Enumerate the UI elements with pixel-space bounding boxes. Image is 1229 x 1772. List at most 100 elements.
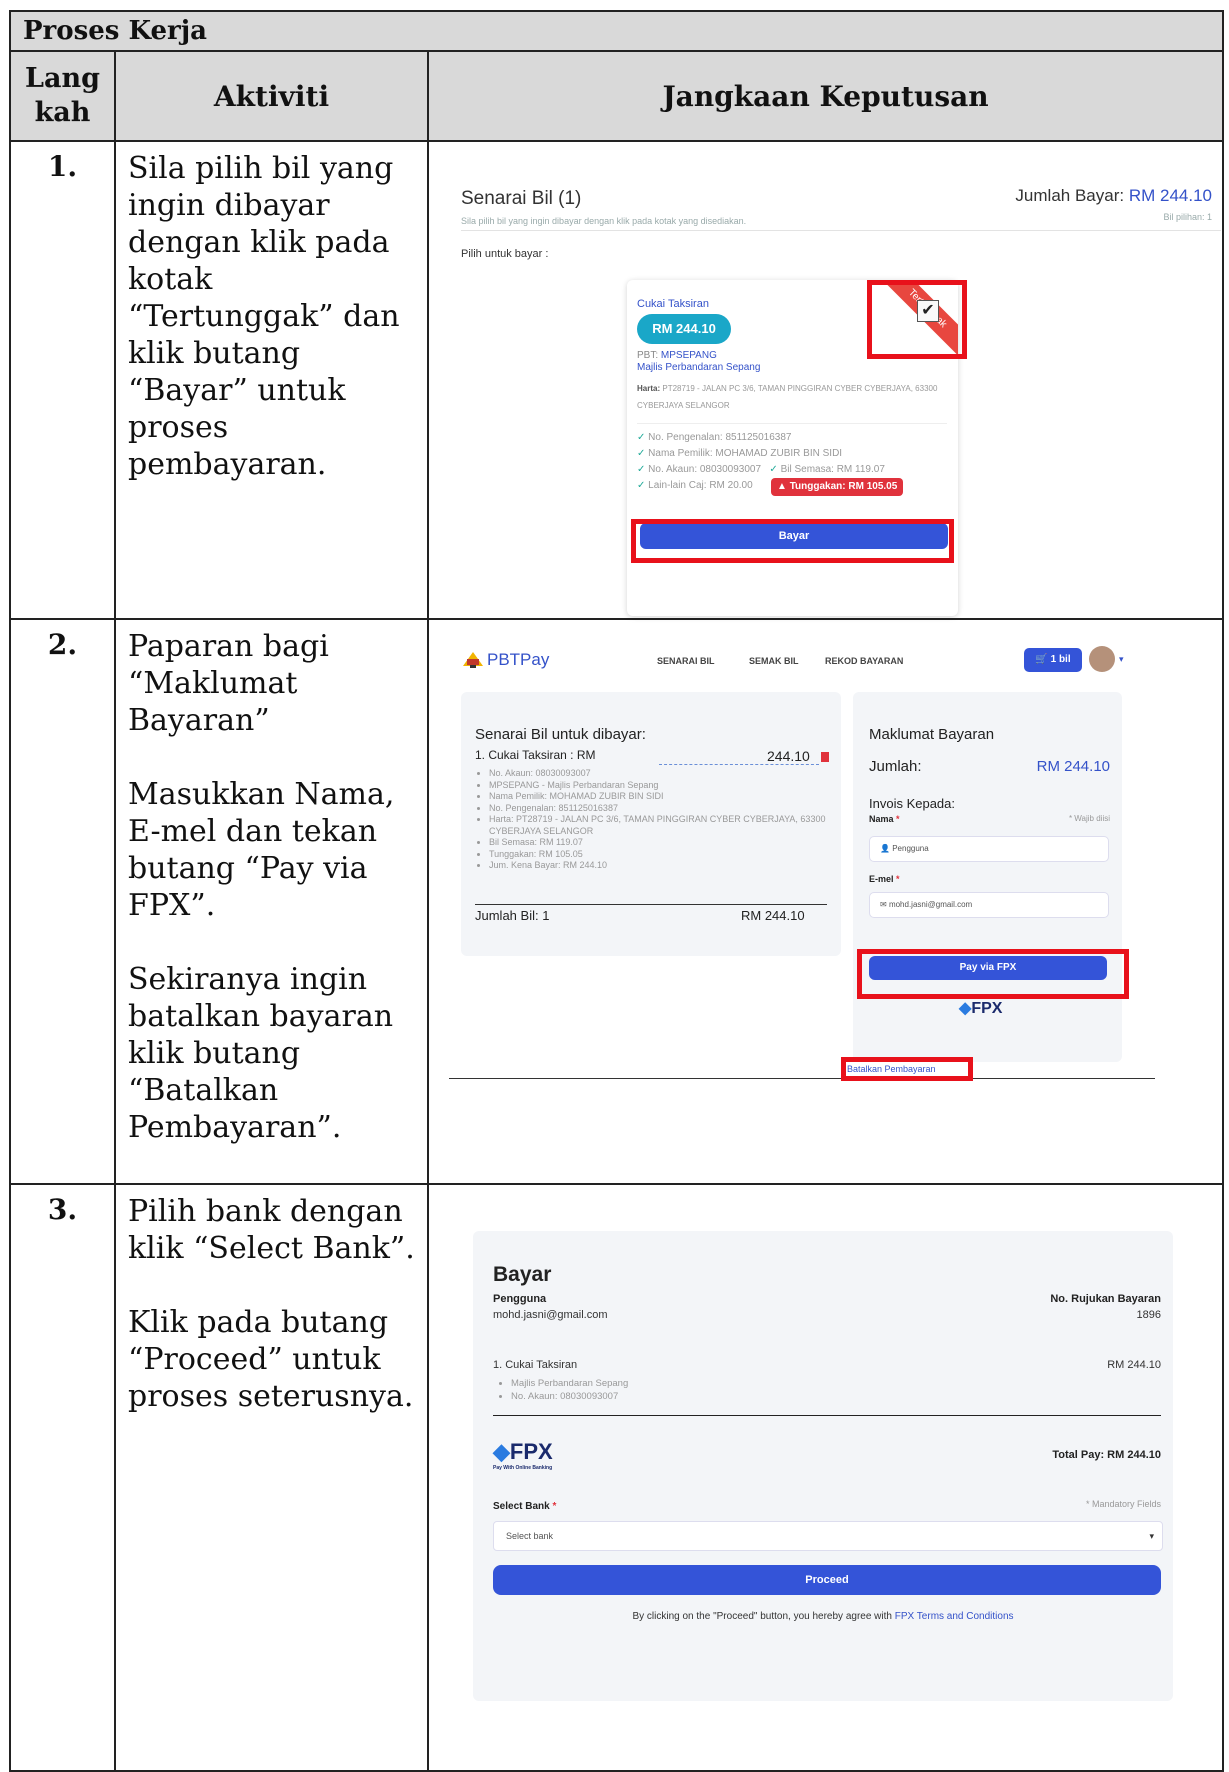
step-number: 2. (9, 618, 116, 1185)
list-item: Tunggakan: RM 105.05 (489, 849, 839, 861)
envelope-icon: ✉ (880, 900, 887, 909)
fpx-logo: ◆FPX (959, 1000, 1003, 1017)
detail-ic: ✓ No. Pengenalan: 851125016387 (637, 432, 792, 443)
warning-icon: ▲ (777, 481, 787, 492)
bank-select[interactable]: Select bank ▾ (493, 1521, 1163, 1551)
amount-label: Jumlah: (869, 758, 922, 775)
payment-info-panel: Maklumat Bayaran Jumlah: RM 244.10 Invoi… (853, 692, 1122, 1062)
checkout-item-amount: RM 244.10 (1107, 1359, 1161, 1371)
chevron-down-icon[interactable]: ▾ (1119, 654, 1124, 665)
cart-button[interactable]: 🛒 1 bil (1024, 648, 1082, 672)
bill-summary-panel: Senarai Bil untuk dibayar: 1. Cukai Taks… (461, 692, 841, 956)
payment-info-title: Maklumat Bayaran (869, 726, 995, 743)
list-item: Bil Semasa: RM 119.07 (489, 837, 839, 849)
screenshot-bank-selection: Bayar Pengguna mohd.jasni@gmail.com No. … (426, 1183, 1225, 1772)
payer-email: mohd.jasni@gmail.com (493, 1309, 608, 1321)
summary-divider (475, 904, 827, 905)
activity-paragraph: Klik pada butang “Proceed” untuk proses … (128, 1305, 414, 1414)
card-divider (637, 423, 947, 424)
terms-link[interactable]: FPX Terms and Conditions (895, 1611, 1014, 1622)
header-step: Lang kah (9, 50, 116, 142)
invoice-label: Invois Kepada: (869, 796, 956, 811)
step-number: 3. (9, 1183, 116, 1772)
divider (461, 230, 1221, 231)
checkout-detail-list: Majlis Perbandaran Sepang No. Akaun: 080… (493, 1377, 628, 1403)
header-activity: Aktiviti (114, 50, 429, 142)
list-item: Jum. Kena Bayar: RM 244.10 (489, 860, 839, 872)
list-item: No. Pengenalan: 851125016387 (489, 803, 839, 815)
activity-text: Sila pilih bil yang ingin dibayar dengan… (114, 140, 429, 620)
bill-list-heading: Senarai Bil (1) (461, 188, 582, 209)
screenshot-bill-list: Senarai Bil (1) Jumlah Bayar: RM 244.10 … (426, 140, 1225, 620)
nav-rekod-bayaran[interactable]: REKOD BAYARAN (825, 656, 903, 666)
list-title: Senarai Bil untuk dibayar: (475, 726, 646, 743)
trash-icon[interactable] (821, 752, 829, 762)
ref-label: No. Rujukan Bayaran (1050, 1293, 1161, 1305)
highlight-pay-button (631, 519, 954, 563)
screenshot-payment-info: PBTPay SENARAI BIL SEMAK BIL REKOD BAYAR… (426, 618, 1225, 1185)
list-item: No. Akaun: 08030093007 (511, 1390, 628, 1403)
document-page: Proses Kerja Lang kah Aktiviti Jangkaan K… (0, 0, 1229, 1772)
name-label: Nama * (869, 814, 900, 824)
activity-text: Paparan bagi “Maklumat Bayaran” Masukkan… (114, 618, 429, 1185)
proceed-button[interactable]: Proceed (493, 1565, 1161, 1595)
activity-paragraph: Pilih bank dengan klik “Select Bank”. (128, 1194, 415, 1266)
amount-value: RM 244.10 (1036, 758, 1110, 775)
checkout-item: 1. Cukai Taksiran (493, 1359, 578, 1371)
activity-paragraph: Sekiranya ingin batalkan bayaran klik bu… (128, 962, 394, 1145)
detail-owner: ✓ Nama Pemilik: MOHAMAD ZUBIR BIN SIDI (637, 448, 843, 459)
fpx-logo: ◆FPX Pay With Online Banking (493, 1439, 553, 1471)
brand-name: PBTPay (487, 650, 550, 669)
page-divider (449, 1078, 1155, 1079)
arrears-badge: ▲ Tunggakan: RM 105.05 (771, 478, 904, 496)
user-icon: 👤 (880, 844, 890, 853)
choose-label: Pilih untuk bayar : (461, 248, 549, 260)
list-item: MPSEPANG - Majlis Perbandaran Sepang (489, 780, 839, 792)
email-input[interactable]: ✉ mohd.jasni@gmail.com (869, 892, 1109, 918)
step-number: 1. (9, 140, 116, 620)
selected-count: Bil pilihan: 1 (1163, 212, 1212, 222)
total-pay: Total Pay: RM 244.10 (1052, 1449, 1161, 1461)
avatar[interactable] (1089, 646, 1115, 672)
bill-item-amount: 244.10 (767, 748, 810, 764)
council-name: Majlis Perbandaran Sepang (637, 362, 761, 373)
list-item: Harta: PT28719 - JALAN PC 3/6, TAMAN PIN… (489, 814, 839, 837)
list-item: Majlis Perbandaran Sepang (511, 1377, 628, 1390)
checkout-title: Bayar (493, 1263, 552, 1286)
ref-value: 1896 (1136, 1309, 1161, 1321)
amount-badge: RM 244.10 (637, 314, 731, 344)
bill-type: Cukai Taksiran (637, 298, 709, 310)
bill-item: 1. Cukai Taksiran : RM (475, 748, 596, 762)
mandatory-note: * Mandatory Fields (1085, 1499, 1161, 1509)
highlight-pay-fpx (857, 949, 1129, 999)
header-expected: Jangkaan Keputusan (426, 50, 1225, 142)
nav-senarai-bil[interactable]: SENARAI BIL (657, 656, 715, 666)
bill-total: RM 244.10 (741, 908, 805, 923)
bill-detail-list: No. Akaun: 08030093007 MPSEPANG - Majlis… (475, 768, 839, 872)
email-label: E-mel * (869, 874, 900, 884)
work-process-table: Proses Kerja Lang kah Aktiviti Jangkaan K… (8, 10, 1225, 1772)
payer-name: Pengguna (493, 1293, 547, 1305)
pbt-line: PBT: MPSEPANG (637, 350, 717, 361)
property-address: Harta: PT28719 - JALAN PC 3/6, TAMAN PIN… (637, 384, 938, 410)
highlight-cancel (841, 1057, 973, 1081)
activity-paragraph: Masukkan Nama, E-mel dan tekan butang “P… (128, 777, 395, 923)
bank-label: Select Bank * (493, 1501, 557, 1512)
list-item: Nama Pemilik: MOHAMAD ZUBIR BIN SIDI (489, 791, 839, 803)
terms-text: By clicking on the "Proceed" button, you… (632, 1611, 1014, 1622)
activity-paragraph: Paparan bagi “Maklumat Bayaran” (128, 629, 329, 738)
checkout-divider (493, 1415, 1161, 1416)
list-item: No. Akaun: 08030093007 (489, 768, 839, 780)
activity-paragraph: Sila pilih bil yang ingin dibayar dengan… (128, 151, 400, 482)
total-pay: Jumlah Bayar: RM 244.10 (1015, 186, 1212, 205)
bill-list-hint: Sila pilih bil yang ingin dibayar dengan… (461, 216, 747, 226)
name-input[interactable]: 👤 Pengguna (869, 836, 1109, 862)
bill-count: Jumlah Bil: 1 (475, 908, 550, 923)
highlight-checkbox (867, 280, 967, 359)
cart-icon: 🛒 (1035, 654, 1048, 665)
activity-text: Pilih bank dengan klik “Select Bank”. Kl… (114, 1183, 429, 1772)
chevron-down-icon: ▾ (1149, 1531, 1154, 1541)
dotted-line (659, 764, 819, 765)
detail-account: ✓ No. Akaun: 08030093007 ✓ Bil Semasa: R… (637, 464, 885, 475)
nav-semak-bil[interactable]: SEMAK BIL (749, 656, 799, 666)
